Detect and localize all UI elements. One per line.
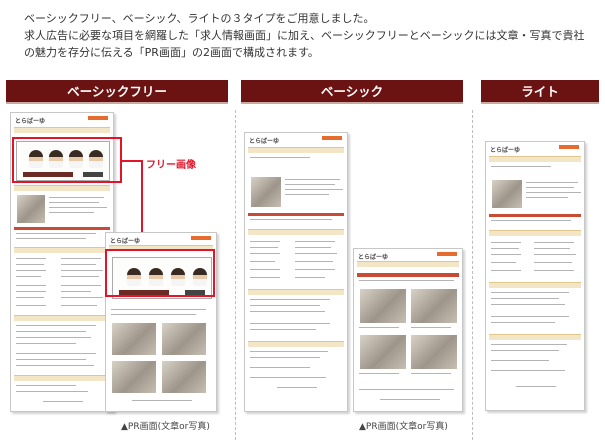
pr-page-thumbnail: とらばーゆ xyxy=(353,248,463,412)
photo-thumbnail xyxy=(112,323,156,355)
photo-thumbnail xyxy=(411,335,457,369)
highlight-connector xyxy=(122,160,142,162)
column-header-basic: ベーシック xyxy=(241,80,463,104)
photo-thumbnail xyxy=(492,180,522,208)
free-image-highlight-box xyxy=(105,249,215,297)
photo-thumbnail xyxy=(360,289,406,323)
column-divider xyxy=(235,110,236,440)
pr-page-caption: ▲PR画面(文章or写真) xyxy=(359,422,448,432)
intro-line-3: の魅力を存分に伝える「PR画面」の2画面で構成されます。 xyxy=(24,46,319,59)
photo-thumbnail xyxy=(112,361,156,393)
pr-page-caption: ▲PR画面(文章or写真) xyxy=(121,422,210,432)
job-info-page-thumbnail: とらばーゆ xyxy=(485,141,585,411)
photo-thumbnail xyxy=(17,195,45,223)
photo-thumbnail xyxy=(251,177,281,207)
photo-thumbnail xyxy=(162,361,206,393)
column-header-light: ライト xyxy=(481,80,599,104)
intro-text: ベーシックフリー、ベーシック、ライトの３タイプをご用意しました。 求人広告に必要… xyxy=(24,10,594,61)
free-image-highlight-box xyxy=(12,137,122,183)
photo-thumbnail xyxy=(162,323,206,355)
column-divider xyxy=(472,110,473,440)
photo-thumbnail xyxy=(411,289,457,323)
intro-line-1: ベーシックフリー、ベーシック、ライトの３タイプをご用意しました。 xyxy=(24,12,375,25)
job-info-page-thumbnail: とらばーゆ xyxy=(244,132,348,412)
photo-thumbnail xyxy=(360,335,406,369)
column-header-basic-free: ベーシックフリー xyxy=(6,80,228,104)
free-image-label: フリー画像 xyxy=(146,160,196,171)
intro-line-2: 求人広告に必要な項目を網羅した「求人情報画面」に加え、ベーシックフリーとベーシッ… xyxy=(24,29,585,42)
